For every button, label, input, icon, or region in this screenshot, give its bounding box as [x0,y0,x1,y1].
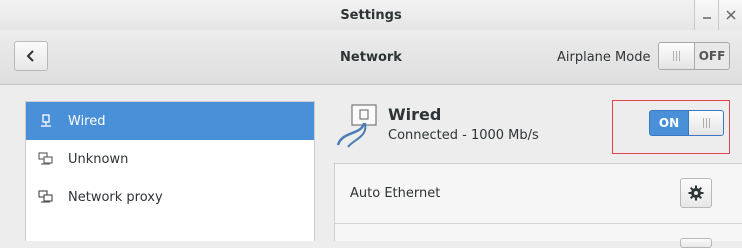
header-bar: Network Airplane Mode OFF [0,30,742,85]
close-button[interactable] [718,0,742,30]
switch-knob [659,43,695,69]
connection-status: Connected - 1000 Mb/s [388,128,539,143]
device-list: Wired Unknown Network proxy [25,101,315,241]
second-profile-button[interactable] [680,238,712,248]
airplane-mode-state: OFF [698,49,726,63]
sidebar-item-label: Network proxy [68,189,163,205]
window-titlebar: Settings [0,0,742,30]
wired-power-switch[interactable]: ON [649,110,724,136]
sidebar-item-label: Wired [68,113,106,129]
wired-switch-state: ON [658,116,680,130]
profile-row: Auto Ethernet [335,164,742,224]
minimize-button[interactable] [694,0,718,30]
wired-network-icon [38,113,54,129]
switch-knob [688,111,723,135]
device-title: Wired [388,105,442,124]
airplane-mode-switch[interactable]: OFF [658,42,730,70]
airplane-mode-label: Airplane Mode [557,50,651,65]
profile-settings-button[interactable] [680,178,712,208]
close-icon [725,10,736,20]
sidebar-item-network-proxy[interactable]: Network proxy [26,178,314,216]
network-proxy-icon [38,189,54,205]
sidebar-item-unknown[interactable]: Unknown [26,140,314,178]
network-device-icon [38,151,54,167]
connection-profiles: Auto Ethernet [334,163,742,248]
sidebar-item-label: Unknown [68,151,129,167]
minimize-icon [702,17,711,19]
gear-icon [688,185,704,201]
ethernet-cable-icon [334,101,386,149]
window-title: Settings [340,8,402,23]
window-controls [694,0,742,30]
profile-name: Auto Ethernet [350,186,441,201]
sidebar-item-wired[interactable]: Wired [26,102,314,140]
